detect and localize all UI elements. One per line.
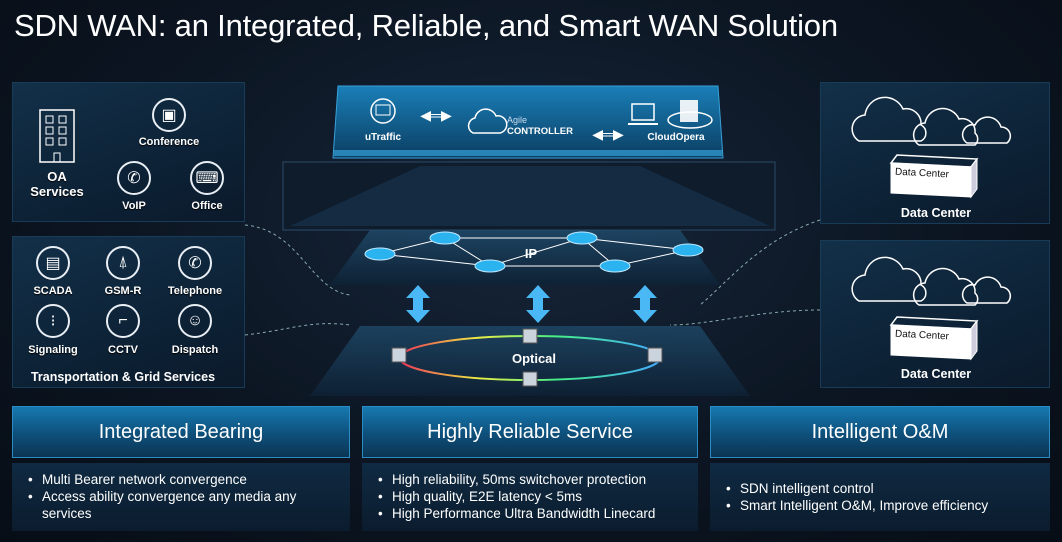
bullet: SDN intelligent control [724, 480, 1036, 497]
optical-label: Optical [512, 351, 556, 366]
utraffic-label: uTraffic [365, 132, 402, 143]
bidirectional-arrow-icon: ◀═▶ [420, 107, 452, 123]
oa-item-office: Office [191, 200, 223, 212]
transport-title: Transportation & Grid Services [30, 370, 216, 384]
data-center-panel-1: Data Center Data Center [820, 82, 1050, 224]
transport-services-panel: ▤ SCADA ⍋ GSM-R ✆ Telephone ⁝ Signaling … [12, 236, 245, 388]
transport-item-dispatch: Dispatch [171, 344, 219, 356]
oa-services-panel: OA Services ▣ Conference ✆ VoIP ⌨ Office [12, 82, 245, 222]
feature-body-highly-reliable: High reliability, 50ms switchover protec… [362, 463, 698, 531]
controller-bar [332, 85, 724, 159]
feature-body-intelligent-om: SDN intelligent controlSmart Intelligent… [710, 463, 1050, 531]
network-diagram: uTraffic ◀═▶ Agile CONTROLLER ◀═▶ CloudO… [244, 85, 821, 396]
antenna-icon: ⍋ [106, 246, 140, 280]
transport-item-telephone: Telephone [167, 285, 223, 297]
bullet: Access ability convergence any media any… [26, 488, 336, 522]
officer-icon: ☺ [178, 304, 212, 338]
transport-item-signaling: Signaling [28, 344, 78, 356]
phone-icon: ✆ [178, 246, 212, 280]
transport-item-gsmr: GSM-R [104, 285, 142, 297]
oa-item-conference: Conference [138, 136, 200, 148]
transport-item-scada: SCADA [33, 285, 73, 297]
cloud-icon [851, 96, 1012, 146]
oa-title-line2: Services [30, 184, 84, 199]
feature-header-integrated-bearing: Integrated Bearing [12, 406, 350, 458]
bullet: High reliability, 50ms switchover protec… [376, 471, 684, 488]
vertical-arrows [406, 285, 657, 323]
traffic-light-icon: ⁝ [36, 304, 70, 338]
server-icon: ▤ [36, 246, 70, 280]
cloud-icon [851, 256, 1012, 306]
conference-icon: ▣ [152, 98, 186, 132]
data-center-panel-2: Data Center Data Center [820, 240, 1050, 388]
bullet: Multi Bearer network convergence [26, 471, 336, 488]
camera-icon: ⌐ [106, 304, 140, 338]
phone-icon: ✆ [117, 161, 151, 195]
data-center-label: Data Center [900, 206, 972, 220]
controller-label: CONTROLLER [507, 126, 573, 137]
cloudopera-label: CloudOpera [647, 132, 705, 143]
bullet: High quality, E2E latency < 5ms [376, 488, 684, 505]
page-title: SDN WAN: an Integrated, Reliable, and Sm… [14, 8, 838, 43]
data-center-label: Data Center [900, 367, 972, 381]
transport-item-cctv: CCTV [108, 344, 138, 356]
bullet: High Performance Ultra Bandwidth Linecar… [376, 505, 684, 522]
agile-label: Agile [507, 115, 527, 125]
feature-body-integrated-bearing: Multi Bearer network convergenceAccess a… [12, 463, 350, 531]
ip-label: IP [525, 246, 538, 261]
feature-header-intelligent-om: Intelligent O&M [710, 406, 1050, 458]
oa-title-line1: OA [47, 169, 67, 184]
feature-header-highly-reliable: Highly Reliable Service [362, 406, 698, 458]
bidirectional-arrow-icon: ◀═▶ [592, 126, 624, 142]
computer-icon: ⌨ [190, 161, 224, 195]
bullet: Smart Intelligent O&M, Improve efficienc… [724, 497, 1036, 514]
oa-item-voip: VoIP [122, 200, 146, 212]
building-icon [39, 109, 75, 163]
